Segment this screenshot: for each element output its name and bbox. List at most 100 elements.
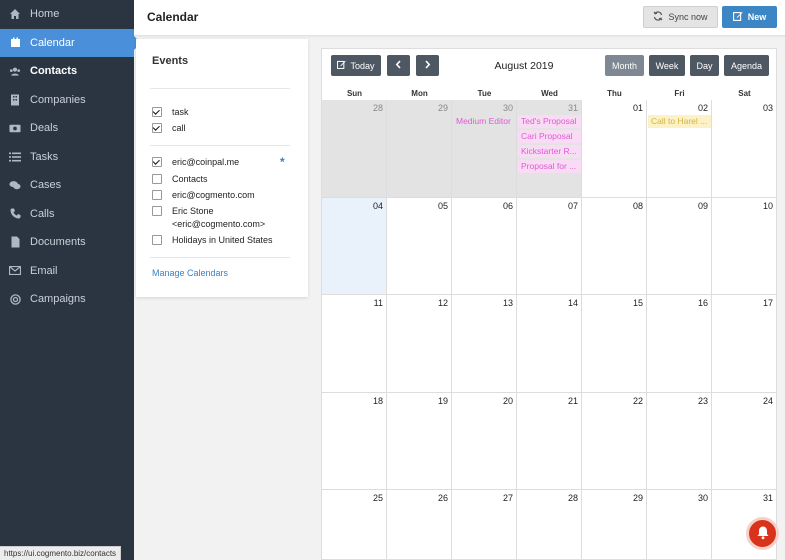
calendar-event[interactable]: Cari Proposal bbox=[518, 130, 581, 143]
day-cell[interactable]: 01 bbox=[582, 100, 647, 198]
day-cell[interactable]: 15 bbox=[582, 295, 647, 393]
day-cell[interactable]: 29 bbox=[387, 100, 452, 198]
day-cell[interactable]: 07 bbox=[517, 197, 582, 295]
date-number[interactable]: 21 bbox=[568, 396, 578, 406]
checkbox-checked[interactable] bbox=[152, 157, 162, 167]
day-cell[interactable]: 22 bbox=[582, 392, 647, 490]
notification-bell-button[interactable] bbox=[746, 517, 779, 550]
today-button[interactable]: Today bbox=[331, 55, 381, 76]
day-cell[interactable]: 29 bbox=[582, 490, 647, 560]
date-number[interactable]: 07 bbox=[568, 201, 578, 211]
sync-now-button[interactable]: Sync now bbox=[643, 6, 718, 28]
calendar-filter-call[interactable]: call bbox=[152, 123, 186, 133]
date-number[interactable]: 17 bbox=[763, 298, 773, 308]
calendar-filter-holidays[interactable]: Holidays in United States bbox=[152, 235, 273, 245]
calendar-filter-eric-cogmento[interactable]: eric@cogmento.com bbox=[152, 190, 255, 200]
checkbox-unchecked[interactable] bbox=[152, 174, 162, 184]
sidebar-item-home[interactable]: Home bbox=[0, 0, 134, 29]
day-cell[interactable]: 18 bbox=[322, 392, 387, 490]
calendar-filter-contacts[interactable]: Contacts bbox=[152, 174, 208, 184]
date-number[interactable]: 14 bbox=[568, 298, 578, 308]
day-cell[interactable]: 11 bbox=[322, 295, 387, 393]
date-number[interactable]: 16 bbox=[698, 298, 708, 308]
sidebar-item-calendar[interactable]: Calendar bbox=[0, 28, 141, 57]
day-cell[interactable]: 19 bbox=[387, 392, 452, 490]
date-number[interactable]: 29 bbox=[633, 493, 643, 503]
sidebar-item-cases[interactable]: Cases bbox=[0, 171, 134, 200]
next-month-button[interactable] bbox=[416, 55, 439, 76]
calendar-filter-task[interactable]: task bbox=[152, 107, 189, 117]
date-number[interactable]: 15 bbox=[633, 298, 643, 308]
day-cell[interactable]: 28 bbox=[322, 100, 387, 198]
checkbox-checked[interactable] bbox=[152, 123, 162, 133]
date-number[interactable]: 18 bbox=[373, 396, 383, 406]
sidebar-item-documents[interactable]: Documents bbox=[0, 228, 134, 257]
date-number[interactable]: 22 bbox=[633, 396, 643, 406]
date-number[interactable]: 09 bbox=[698, 201, 708, 211]
date-number[interactable]: 28 bbox=[373, 103, 383, 113]
calendar-filter-eric-coinpal[interactable]: eric@coinpal.me bbox=[152, 157, 239, 167]
date-number[interactable]: 19 bbox=[438, 396, 448, 406]
view-week-button[interactable]: Week bbox=[649, 55, 685, 76]
new-button[interactable]: New bbox=[722, 6, 777, 28]
calendar-filter-eric-stone[interactable]: Eric Stone <eric@cogmento.com> bbox=[152, 206, 265, 230]
checkbox-unchecked[interactable] bbox=[152, 235, 162, 245]
date-number[interactable]: 30 bbox=[503, 103, 513, 113]
day-cell[interactable]: 21 bbox=[517, 392, 582, 490]
date-number[interactable]: 11 bbox=[374, 298, 383, 308]
date-number[interactable]: 27 bbox=[503, 493, 513, 503]
date-number[interactable]: 12 bbox=[438, 298, 448, 308]
sidebar-item-tasks[interactable]: Tasks bbox=[0, 143, 134, 172]
checkbox-unchecked[interactable] bbox=[152, 206, 162, 216]
view-month-button[interactable]: Month bbox=[605, 55, 644, 76]
day-cell[interactable]: 10 bbox=[712, 197, 777, 295]
prev-month-button[interactable] bbox=[387, 55, 410, 76]
calendar-event[interactable]: Call to Harel ... bbox=[648, 115, 711, 128]
checkbox-checked[interactable] bbox=[152, 107, 162, 117]
date-number[interactable]: 29 bbox=[438, 103, 448, 113]
day-cell[interactable]: 23 bbox=[647, 392, 712, 490]
date-number[interactable]: 30 bbox=[698, 493, 708, 503]
day-cell[interactable]: 16 bbox=[647, 295, 712, 393]
calendar-event[interactable]: Kickstarter R... bbox=[518, 145, 581, 158]
date-number[interactable]: 31 bbox=[763, 493, 773, 503]
calendar-event[interactable]: Ted's Proposal bbox=[518, 115, 581, 128]
sidebar-item-deals[interactable]: Deals bbox=[0, 114, 134, 143]
day-cell[interactable]: 09 bbox=[647, 197, 712, 295]
sidebar-item-companies[interactable]: Companies bbox=[0, 86, 134, 115]
day-cell[interactable]: 27 bbox=[452, 490, 517, 560]
sidebar-item-contacts[interactable]: Contacts bbox=[0, 57, 134, 86]
day-cell[interactable]: 06 bbox=[452, 197, 517, 295]
manage-calendars-link[interactable]: Manage Calendars bbox=[152, 268, 228, 278]
date-number[interactable]: 31 bbox=[568, 103, 578, 113]
day-cell[interactable]: 25 bbox=[322, 490, 387, 560]
day-cell[interactable]: 12 bbox=[387, 295, 452, 393]
date-number[interactable]: 02 bbox=[698, 103, 708, 113]
date-number[interactable]: 13 bbox=[503, 298, 513, 308]
view-agenda-button[interactable]: Agenda bbox=[724, 55, 769, 76]
day-cell[interactable]: 24 bbox=[712, 392, 777, 490]
calendar-event[interactable]: Proposal for ... bbox=[518, 160, 581, 173]
date-number[interactable]: 04 bbox=[373, 201, 383, 211]
date-number[interactable]: 25 bbox=[373, 493, 383, 503]
date-number[interactable]: 20 bbox=[503, 396, 513, 406]
day-cell[interactable]: 30 bbox=[647, 490, 712, 560]
day-cell[interactable]: 03 bbox=[712, 100, 777, 198]
day-cell[interactable]: 13 bbox=[452, 295, 517, 393]
day-cell[interactable]: 04 bbox=[322, 197, 387, 295]
calendar-event[interactable]: Medium Editor bbox=[453, 115, 517, 128]
view-day-button[interactable]: Day bbox=[690, 55, 719, 76]
date-number[interactable]: 08 bbox=[633, 201, 643, 211]
day-cell[interactable]: 14 bbox=[517, 295, 582, 393]
date-number[interactable]: 28 bbox=[568, 493, 578, 503]
day-cell[interactable]: 05 bbox=[387, 197, 452, 295]
date-number[interactable]: 26 bbox=[438, 493, 448, 503]
sidebar-item-calls[interactable]: Calls bbox=[0, 200, 134, 229]
day-cell[interactable]: 28 bbox=[517, 490, 582, 560]
day-cell[interactable]: 17 bbox=[712, 295, 777, 393]
checkbox-unchecked[interactable] bbox=[152, 190, 162, 200]
date-number[interactable]: 06 bbox=[503, 201, 513, 211]
date-number[interactable]: 24 bbox=[763, 396, 773, 406]
date-number[interactable]: 10 bbox=[763, 201, 773, 211]
day-cell[interactable]: 20 bbox=[452, 392, 517, 490]
